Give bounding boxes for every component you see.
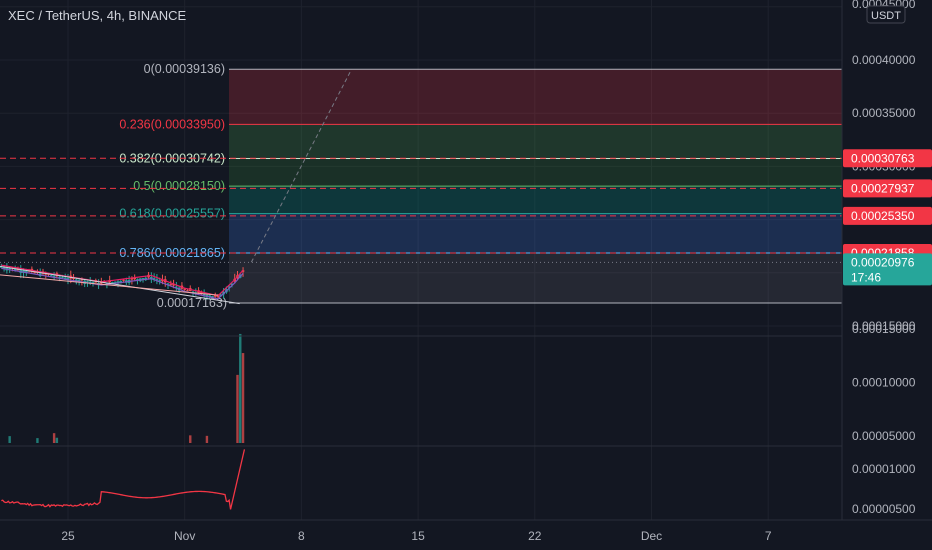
fib-zone [229, 124, 842, 159]
time-axis-label: 15 [411, 529, 425, 543]
volume-bar [36, 438, 39, 443]
indicator-axis-label: 0.00000500 [852, 502, 916, 516]
volume-bar [236, 374, 239, 443]
volume-axis[interactable]: 0.00015000 0.00010000 0.00005000 [852, 322, 916, 443]
fib-level-label: 0(0.00039136) [144, 62, 225, 76]
indicator-axis[interactable]: 0.00001000 0.00000500 [852, 462, 916, 516]
fib-level-label: 0.618(0.00025557) [119, 207, 225, 221]
fib-level-label: 0.236(0.00033950) [119, 117, 225, 131]
fib-zone [229, 186, 842, 214]
time-axis-label: 25 [61, 529, 75, 543]
time-axis-label: 8 [298, 529, 305, 543]
candle-body [113, 281, 117, 283]
time-axis-label: 22 [528, 529, 542, 543]
fib-level-label: 0.5(0.00028150) [133, 179, 225, 193]
symbol-title: XEC / TetherUS, 4h, BINANCE [8, 8, 187, 23]
volume-axis-label: 0.00005000 [852, 429, 916, 443]
bar-countdown-label: 17:46 [851, 270, 881, 284]
time-axis[interactable]: 25 Nov 8 15 22 Dec 7 [61, 529, 772, 543]
candle-body [186, 290, 189, 292]
volume-bars [8, 333, 245, 443]
currency-button-label: USDT [871, 10, 901, 22]
volume-bar [55, 437, 59, 443]
volume-bar [239, 333, 242, 443]
fib-zone [229, 69, 842, 125]
price-axis-label: 0.00035000 [852, 106, 916, 120]
candle-body [144, 277, 148, 279]
candle-body [111, 282, 114, 284]
volume-bar [8, 436, 11, 443]
time-axis-label: Nov [174, 529, 195, 543]
fib-zone [229, 213, 842, 253]
currency-button[interactable]: USDT [866, 5, 906, 24]
indicator-line [1, 449, 246, 510]
candle-body [169, 284, 173, 286]
fib-zone [229, 252, 842, 303]
price-axis-label: 0.00040000 [852, 53, 916, 67]
volume-axis-label: 0.00010000 [852, 376, 916, 390]
time-axis-label: 7 [765, 529, 772, 543]
volume-bar [205, 435, 209, 443]
price-tag-label: 0.00025350 [851, 209, 915, 223]
candle-body [122, 279, 125, 281]
trend-line[interactable] [0, 265, 240, 305]
volume-axis-label: 0.00015000 [852, 322, 916, 336]
time-axis-label: Dec [641, 529, 662, 543]
indicator-series-line [1, 449, 246, 510]
volume-bar [189, 435, 192, 443]
last-price-label: 0.00020976 [851, 255, 915, 269]
price-tag-label: 0.00027937 [851, 181, 915, 195]
candle-body [136, 278, 139, 280]
fib-zone [229, 158, 842, 187]
price-tag-label: 0.00030763 [851, 151, 915, 165]
trend-line[interactable] [0, 274, 219, 296]
trading-chart[interactable]: 0(0.00039136)0.236(0.00033950)0.382(0.00… [0, 0, 932, 550]
volume-bar [52, 433, 56, 443]
indicator-axis-label: 0.00001000 [852, 462, 916, 476]
volume-bar [241, 353, 245, 443]
